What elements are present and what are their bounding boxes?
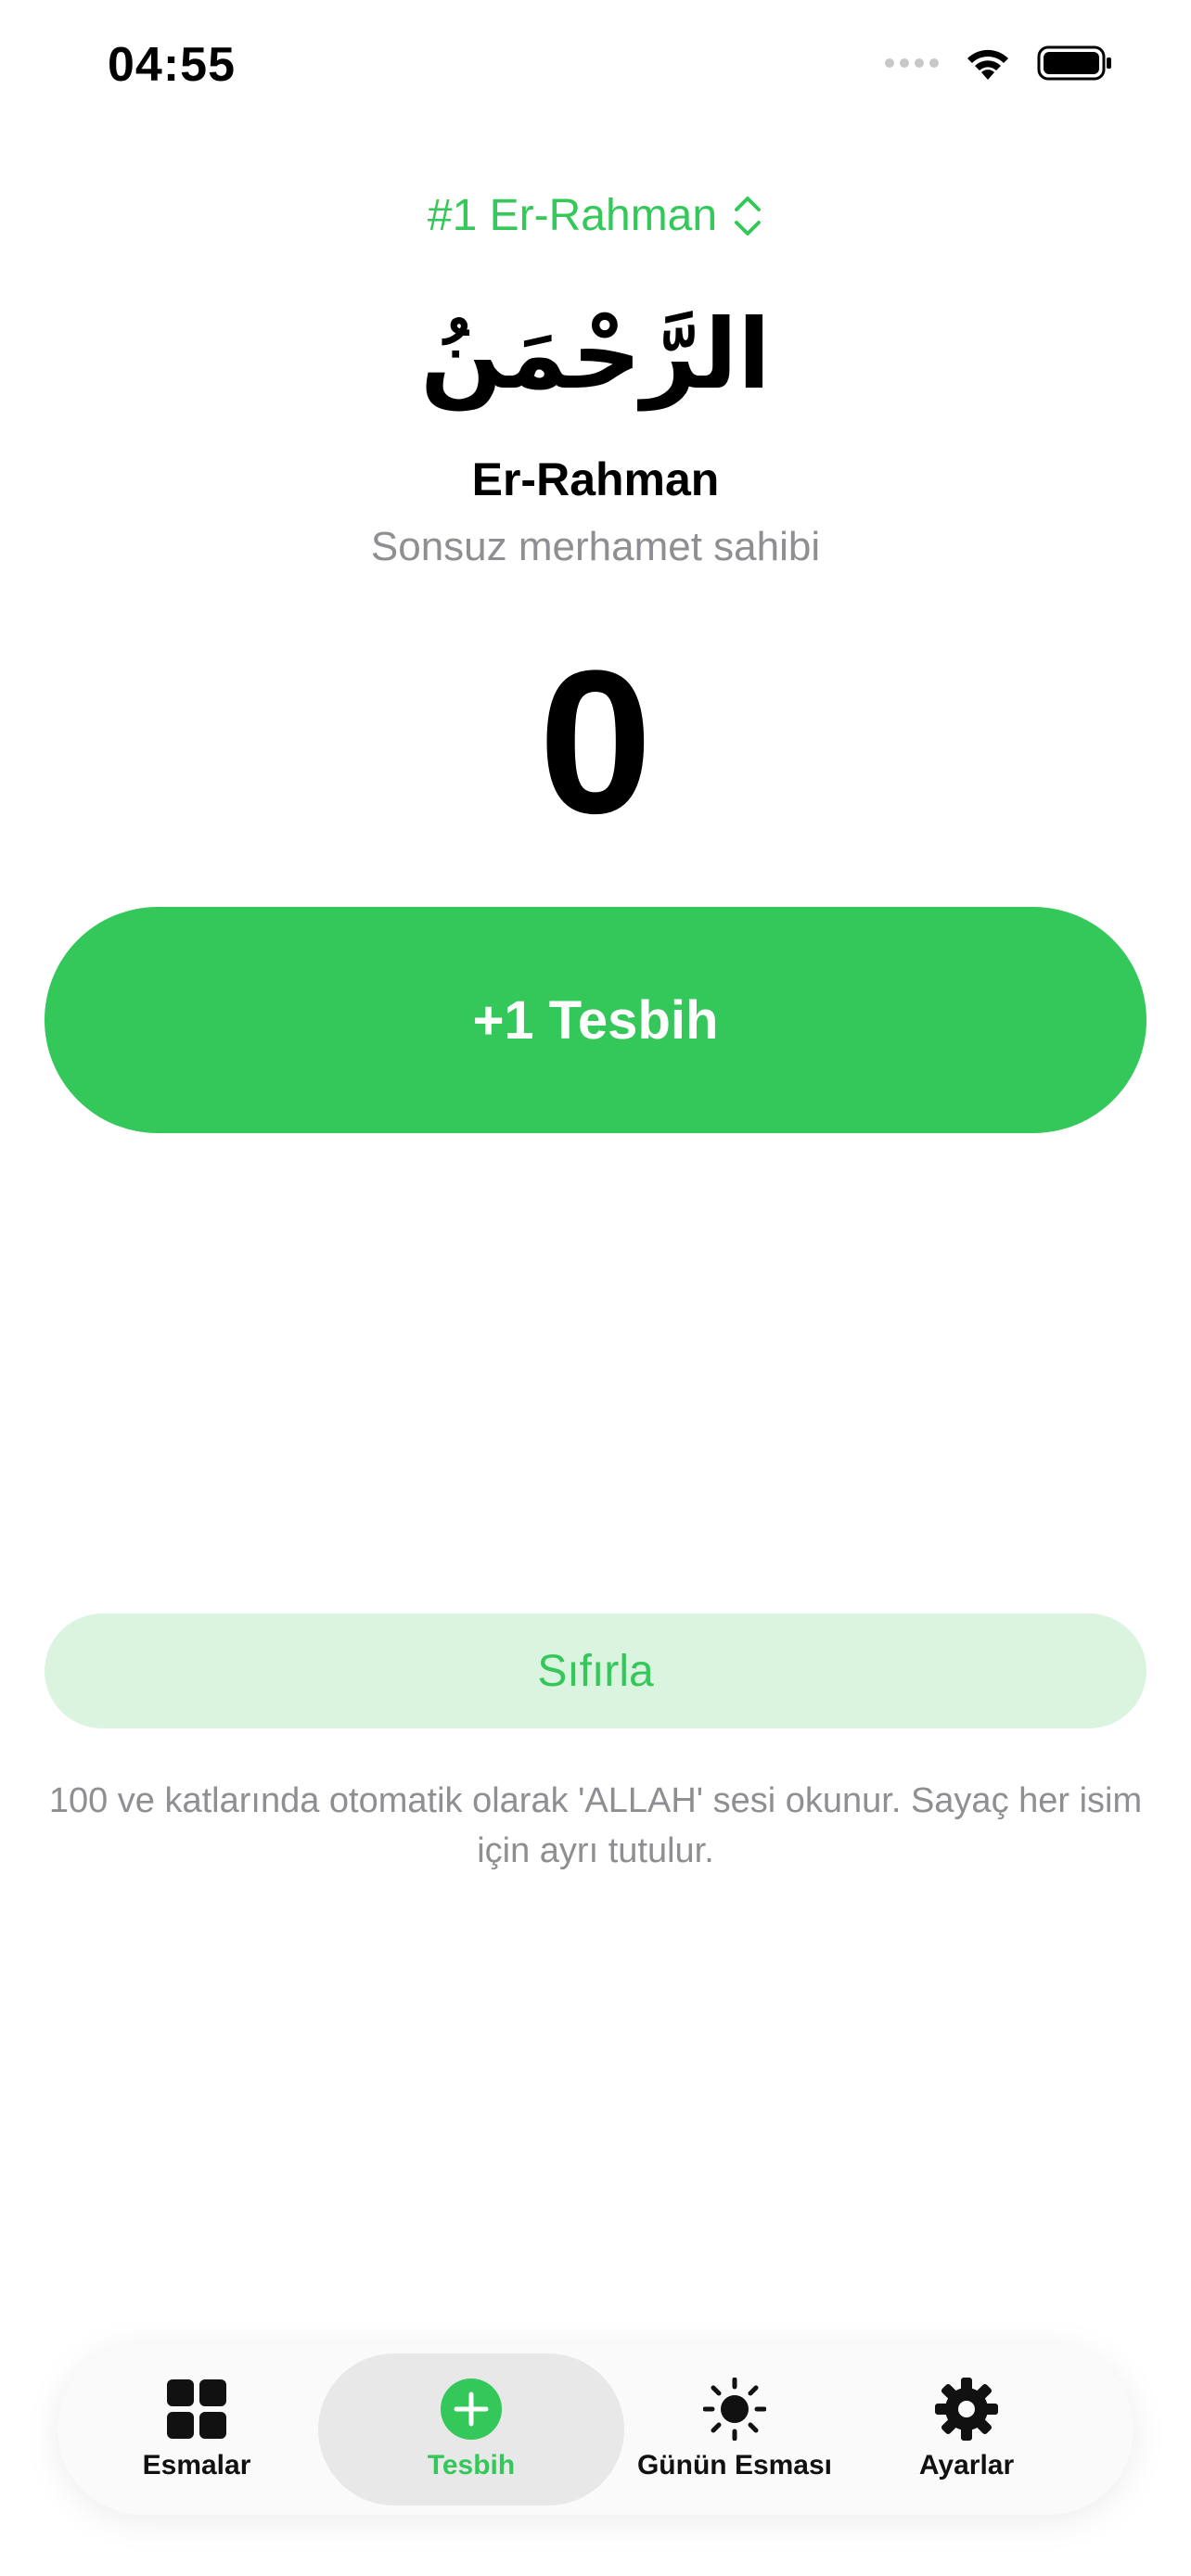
status-bar: 04:55 [0,0,1191,139]
tesbih-increment-button[interactable]: +1 Tesbih [45,907,1146,1133]
tab-label: Günün Esması [636,2450,833,2480]
tab-ayarlar[interactable]: Ayarlar [874,2353,1059,2506]
chevron-up-down-icon [735,196,762,236]
name-picker[interactable]: #1 Er-Rahman [0,190,1191,241]
tab-gunun-esmasi[interactable]: Günün Esması [623,2353,846,2506]
gear-icon [935,2378,998,2441]
tab-esmalar[interactable]: Esmalar [95,2353,299,2506]
wifi-icon [967,49,1008,80]
plus-circle-icon [441,2378,502,2440]
tesbih-counter: 0 [538,628,653,856]
tab-bar: Esmalar Tesbih Günün Esması Ayarlar [58,2344,1133,2515]
sun-icon [703,2378,766,2441]
grid-icon [167,2379,226,2439]
tab-label: Tesbih [427,2450,516,2480]
arabic-name: الرَّحْمَنُ [420,298,771,411]
name-meaning: Sonsuz merhamet sahibi [370,524,821,569]
reset-button[interactable]: Sıfırla [45,1613,1146,1728]
tab-label: Esmalar [142,2450,251,2480]
battery-icon [1037,45,1111,81]
tab-tesbih[interactable]: Tesbih [318,2353,624,2506]
tab-label: Ayarlar [918,2450,1015,2480]
latin-name: Er-Rahman [471,453,720,505]
info-text: 100 ve katlarında otomatik olarak 'ALLAH… [48,1781,1143,1870]
status-time: 04:55 [108,38,236,92]
status-icons [885,45,1113,82]
name-picker-label: #1 Er-Rahman [427,191,718,240]
cellular-signal-icon [885,58,939,68]
